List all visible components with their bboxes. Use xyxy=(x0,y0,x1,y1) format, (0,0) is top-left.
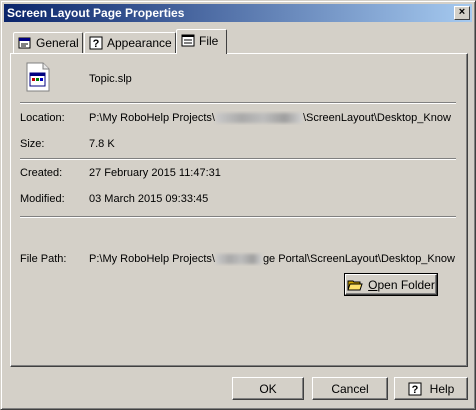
separator xyxy=(20,102,456,104)
tab-general-label: General xyxy=(36,36,79,50)
open-folder-label: Open Folder xyxy=(368,277,435,292)
open-folder-icon xyxy=(347,278,363,292)
file-path-label: File Path: xyxy=(20,253,67,265)
help-question-icon: ? xyxy=(89,36,103,50)
tab-appearance-label: Appearance xyxy=(107,36,172,50)
open-folder-button[interactable]: Open Folder xyxy=(344,273,438,296)
modified-label: Modified: xyxy=(20,193,65,205)
close-button[interactable]: × xyxy=(454,6,470,20)
properties-dialog: Screen Layout Page Properties × General … xyxy=(0,0,476,410)
location-label: Location: xyxy=(20,112,65,124)
help-button[interactable]: ? Help xyxy=(394,377,468,400)
tab-general[interactable]: General xyxy=(13,32,83,53)
redacted-text xyxy=(215,254,262,265)
ok-button[interactable]: OK xyxy=(232,377,304,400)
screen-layout-file-icon xyxy=(24,62,52,92)
redacted-text xyxy=(215,113,302,124)
help-question-icon: ? xyxy=(408,382,422,396)
created-label: Created: xyxy=(20,167,63,179)
modified-value: 03 March 2015 09:33:45 xyxy=(89,193,209,205)
file-tab-icon xyxy=(181,34,195,48)
size-label: Size: xyxy=(20,138,45,150)
svg-text:?: ? xyxy=(93,38,100,50)
tab-file[interactable]: File xyxy=(176,29,227,54)
title-bar[interactable]: Screen Layout Page Properties × xyxy=(4,4,472,22)
size-value: 7.8 K xyxy=(89,138,115,150)
location-value: P:\My RoboHelp Projects\ \ScreenLayout\De… xyxy=(89,112,451,124)
window-title: Screen Layout Page Properties xyxy=(7,6,185,20)
properties-icon xyxy=(18,36,32,50)
separator xyxy=(20,216,456,218)
svg-text:?: ? xyxy=(411,384,418,396)
cancel-button[interactable]: Cancel xyxy=(312,377,388,400)
tab-file-label: File xyxy=(199,34,219,48)
separator xyxy=(20,158,456,160)
created-value: 27 February 2015 11:47:31 xyxy=(89,167,221,179)
file-tab-panel: Topic.slp Location: P:\My RoboHelp Proje… xyxy=(10,53,468,367)
file-path-value: P:\My RoboHelp Projects\ ge Portal\Screen… xyxy=(89,253,455,265)
tab-appearance[interactable]: ? Appearance xyxy=(84,32,176,53)
file-name: Topic.slp xyxy=(89,73,132,85)
